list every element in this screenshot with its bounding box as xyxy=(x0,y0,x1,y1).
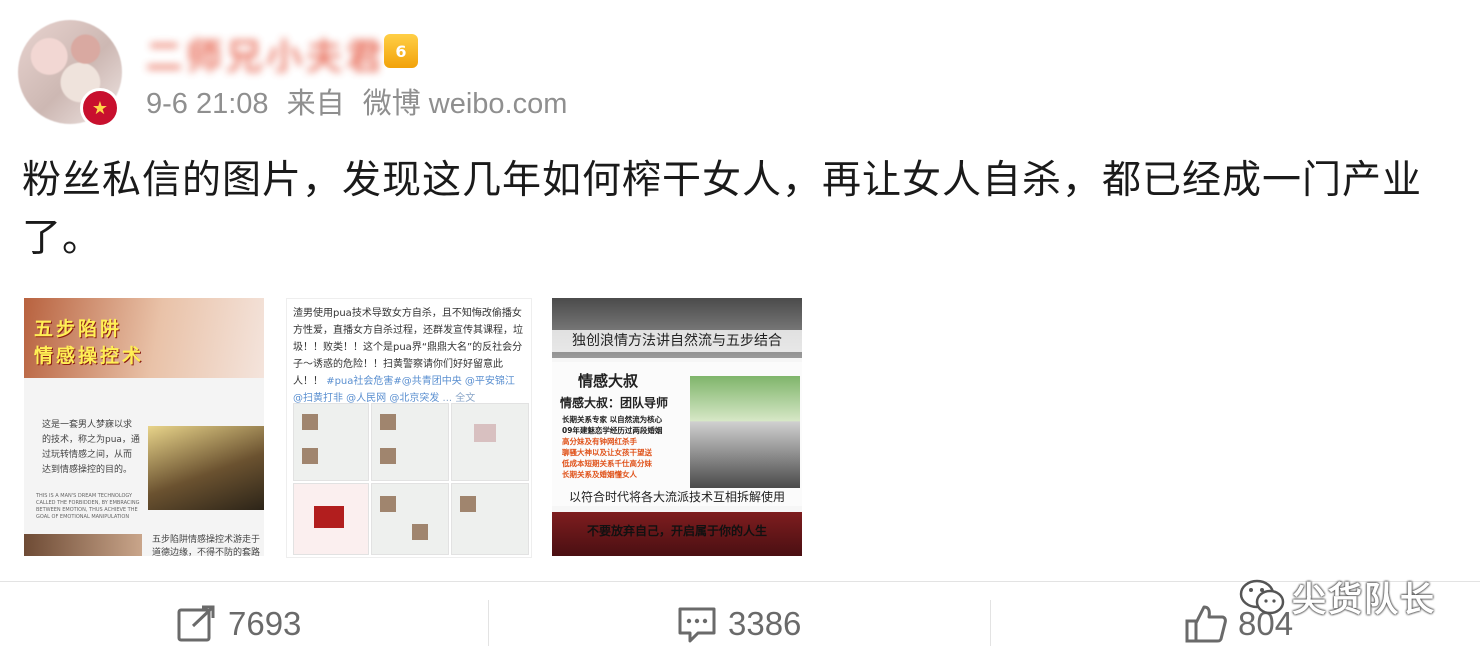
image3-caption-top: 独创浪情方法讲自然流与五步结合 xyxy=(552,330,802,352)
chat-screenshot-2 xyxy=(371,403,449,481)
image1-title-line2: 情感操控术 xyxy=(34,345,145,367)
image3-subheading: 情感大叔：团队导师 xyxy=(560,396,669,410)
post-image-1[interactable]: 五步陷阱 情感操控术 这是一套男人梦寐以求的技术，称之为pua，通过玩转情感之间… xyxy=(24,298,264,556)
chat-screenshot-3 xyxy=(451,403,529,481)
watermark-text: 尖货队长 xyxy=(1292,580,1436,620)
post-source-prefix: 来自 xyxy=(286,88,345,120)
action-separator xyxy=(488,600,489,646)
image3-list-item: 聊骚大神以及让女孩干望送 xyxy=(562,448,652,457)
image3-list-item: 09年建魅恋学经历过两段婚姻 xyxy=(562,426,663,435)
author-name[interactable]: 二师兄小夫君 xyxy=(146,28,394,72)
image1-english-text: THIS IS A MAN'S DREAM TECHNOLOGY CALLED … xyxy=(36,493,140,520)
image3-list-item: 高分妹及有钟网红杀手 xyxy=(562,437,637,446)
image3-list-item: 低成本短期关系千仕高分妹 xyxy=(562,459,652,468)
image1-text2: 五步陷阱情感操控术游走于道德边缘，不得不防的套路 xyxy=(152,535,261,556)
image1-chess-photo xyxy=(148,426,264,510)
post-meta: 9-6 21:08 来自 微博 weibo.com xyxy=(146,80,567,122)
post-text: 粉丝私信的图片，发现这几年如何榨干女人，再让女人自杀，都已经成一门产业了。 xyxy=(22,158,1423,261)
wechat-icon xyxy=(1239,579,1285,614)
account-watermark: 尖货队长 xyxy=(1238,572,1436,621)
repost-count: 7693 xyxy=(228,605,302,642)
image3-banner-text: 不要放弃自己，开启属于你的人生 xyxy=(586,524,767,538)
image3-heading: 情感大叔 xyxy=(578,372,639,390)
repost-icon xyxy=(177,605,215,642)
image3-caption-mid: 以符合时代将各大流派技术互相拆解使用 xyxy=(568,490,785,504)
post-timestamp[interactable]: 9-6 21:08 xyxy=(146,88,269,120)
image2-text: 渣男使用pua技术导致女方自杀，且不知悔改偷播女方性爱，直播女方自杀过程，还群发… xyxy=(293,305,525,407)
chat-screenshot-4 xyxy=(293,483,369,555)
action-separator xyxy=(990,600,991,646)
post-image-2[interactable]: 渣男使用pua技术导致女方自杀，且不知悔改偷播女方性爱，直播女方自杀过程，还群发… xyxy=(286,298,532,558)
image3-list: 长期关系专家 以自然流为核心 09年建魅恋学经历过两段婚姻 高分妹及有钟网红杀手… xyxy=(562,414,690,480)
image3-man-photo xyxy=(690,376,800,488)
image1-header-photo: 五步陷阱 情感操控术 xyxy=(24,298,264,378)
chat-screenshot-5 xyxy=(371,483,449,555)
post-source-app[interactable]: 微博 weibo.com xyxy=(363,88,568,120)
chat-screenshot-1 xyxy=(293,403,369,481)
thumbs-up-icon xyxy=(1185,605,1227,643)
image1-title: 五步陷阱 情感操控术 xyxy=(34,316,144,370)
comment-count: 3386 xyxy=(728,605,802,642)
vip-level-badge[interactable]: 6 xyxy=(384,34,418,68)
chat-screenshot-6 xyxy=(451,483,529,555)
image1-title-line1: 五步陷阱 xyxy=(34,318,123,340)
image2-text-tags: #pua社会危害#@共青团中央 @平安锦江 @扫黄打非 @人民网 @北京突发 xyxy=(293,376,515,404)
comment-button[interactable]: 3386 xyxy=(676,600,801,648)
verified-badge-icon: ★ xyxy=(80,88,120,128)
image3-list-item: 长期关系及婚姻懂女人 xyxy=(562,470,637,479)
post-image-3[interactable]: 独创浪情方法讲自然流与五步结合 情感大叔 情感大叔：团队导师 长期关系专家 以自… xyxy=(552,298,802,556)
comment-icon xyxy=(678,607,716,643)
image1-hand-photo xyxy=(24,534,142,556)
image1-text: 这是一套男人梦寐以求的技术，称之为pua，通过玩转情感之间，从而达到情感操控的目… xyxy=(42,420,140,475)
image2-chat-grid xyxy=(293,403,529,555)
repost-button[interactable]: 7693 xyxy=(176,600,301,648)
image3-list-item: 长期关系专家 以自然流为核心 xyxy=(562,415,663,424)
